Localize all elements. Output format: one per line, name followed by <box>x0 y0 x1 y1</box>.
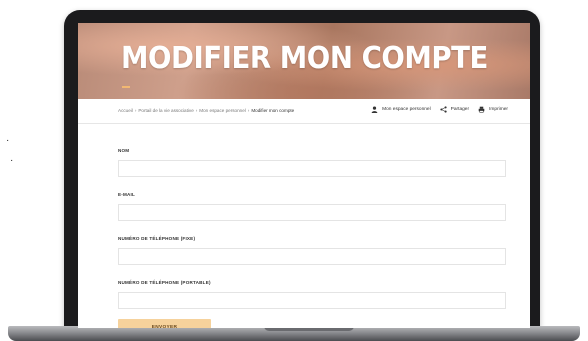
share-label: Partager <box>450 107 470 112</box>
breadcrumb: Accueil › Portail de la vie associative › Mo… <box>118 108 294 113</box>
page-toolbar: Mon espace personnel Partager Imprimer <box>371 106 508 113</box>
laptop-base <box>8 326 580 341</box>
personal-space-label: Mon espace personnel <box>382 107 431 112</box>
landline-phone-input[interactable] <box>118 248 506 265</box>
breadcrumb-separator: › <box>134 108 137 113</box>
hero-banner: MODIFIER MON COMPTE <box>78 23 530 99</box>
submit-button[interactable]: ENVOYER <box>118 319 211 328</box>
name-input[interactable] <box>118 160 506 177</box>
name-field-label: NOM <box>118 148 130 153</box>
mobile-phone-input[interactable] <box>118 292 506 309</box>
breadcrumb-link-home[interactable]: Accueil <box>118 108 133 113</box>
landline-phone-field-label: NUMÉRO DE TÉLÉPHONE (FIXE) <box>118 236 196 241</box>
page-title: MODIFIER MON COMPTE <box>121 41 488 76</box>
share-icon <box>440 106 447 113</box>
print-icon <box>478 106 485 113</box>
print-label: Imprimer <box>489 107 508 112</box>
breadcrumb-current: Modifier mon compte <box>251 108 295 113</box>
print-button[interactable]: Imprimer <box>478 106 508 113</box>
breadcrumb-bar: Accueil › Portail de la vie associative › Mo… <box>78 99 530 124</box>
user-icon <box>371 106 378 113</box>
breadcrumb-separator: › <box>247 108 250 113</box>
share-button[interactable]: Partager <box>440 106 469 113</box>
email-input[interactable] <box>118 204 506 221</box>
breadcrumb-link-personal-space[interactable]: Mon espace personnel <box>199 108 245 113</box>
account-form: NOM E-MAIL NUMÉRO DE TÉLÉPHONE (FIXE) NU… <box>118 147 506 328</box>
browser-screen: MODIFIER MON COMPTE Accueil › Portail de l… <box>78 23 530 328</box>
side-dot-mark: · <box>6 135 10 146</box>
breadcrumb-link-portal[interactable]: Portail de la vie associative <box>138 108 193 113</box>
hero-accent-dash <box>122 86 130 88</box>
mobile-phone-field-label: NUMÉRO DE TÉLÉPHONE (PORTABLE) <box>118 280 211 285</box>
breadcrumb-separator: › <box>195 108 198 113</box>
side-dot-mark: · <box>10 155 14 166</box>
email-field-label: E-MAIL <box>118 192 136 197</box>
personal-space-link[interactable]: Mon espace personnel <box>371 106 431 113</box>
